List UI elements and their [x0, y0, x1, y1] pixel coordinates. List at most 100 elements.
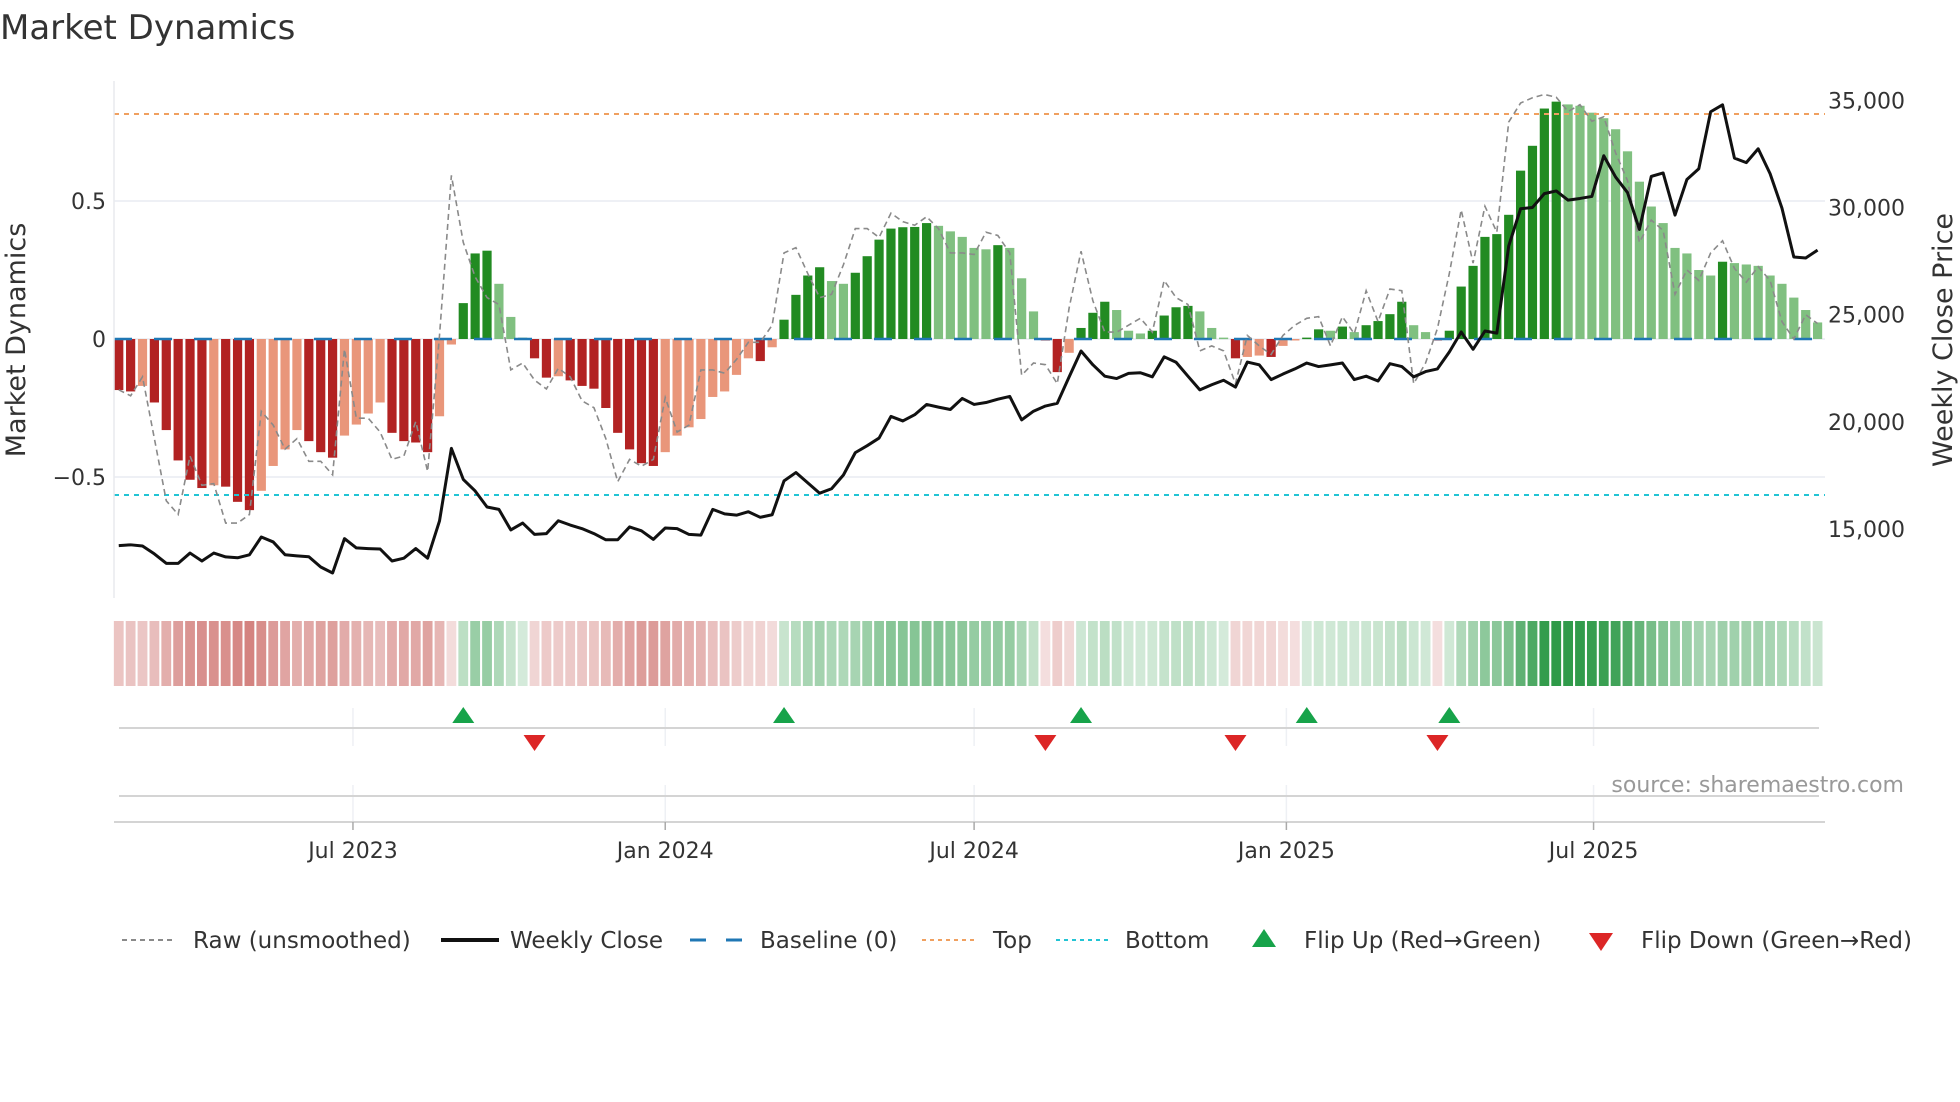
dynamics-bar — [1515, 170, 1526, 339]
heat-cell — [1729, 621, 1740, 686]
heat-cell — [1040, 621, 1051, 686]
heat-cell — [802, 621, 813, 686]
x-tick-label: Jul 2025 — [1547, 839, 1639, 864]
dynamics-bar — [886, 228, 896, 339]
dynamics-bar — [351, 339, 361, 425]
heat-cell — [945, 621, 956, 686]
y2-tick-label: 20,000 — [1828, 411, 1905, 436]
dynamics-bar — [268, 339, 278, 466]
dynamics-bar — [280, 339, 290, 450]
heat-cell — [351, 621, 362, 686]
heat-cell — [1551, 621, 1562, 686]
dynamics-bar — [1230, 339, 1241, 359]
legend-flip-up-icon — [1252, 929, 1276, 947]
y2-tick-label: 30,000 — [1828, 197, 1905, 222]
dynamics-bar — [541, 339, 552, 378]
heat-cell — [1206, 621, 1217, 686]
heat-cell — [1503, 621, 1514, 686]
legend-item-flip_up: Flip Up (Red→Green) — [1252, 928, 1541, 954]
heat-cell — [814, 621, 825, 686]
heat-cell — [1420, 621, 1431, 686]
heat-cell — [565, 621, 576, 686]
legend-label: Raw (unsmoothed) — [193, 928, 411, 954]
dynamics-bar — [696, 339, 706, 420]
flip-down-marker — [1426, 735, 1449, 751]
dynamics-bar — [399, 339, 409, 442]
y2-tick-label: 15,000 — [1828, 518, 1905, 543]
heat-cell — [327, 621, 338, 686]
dynamics-bar — [969, 247, 979, 339]
dynamics-bar — [221, 339, 231, 487]
dynamics-bar — [1765, 275, 1775, 339]
dynamics-bar — [173, 339, 183, 461]
heat-cell — [1099, 621, 1110, 686]
dynamics-bar — [1361, 325, 1371, 339]
heat-cell — [137, 621, 148, 686]
heat-cell — [1123, 621, 1134, 686]
heat-cell — [1301, 621, 1312, 686]
y2-axis-label: Weekly Close Price — [1928, 213, 1959, 467]
heat-cell — [149, 621, 160, 686]
dynamics-bar — [601, 339, 611, 408]
heat-cell — [1064, 621, 1075, 686]
dynamics-bar — [1385, 314, 1395, 339]
heat-cell — [1278, 621, 1288, 686]
heat-cell — [1456, 621, 1467, 686]
heat-cell — [1337, 621, 1348, 686]
dynamics-bar — [1551, 101, 1561, 339]
heat-cell — [1468, 621, 1478, 686]
dynamics-bar — [1468, 265, 1478, 339]
heat-cell — [838, 621, 849, 686]
heat-cell — [410, 621, 421, 686]
dynamics-bar — [874, 239, 884, 339]
dynamics-bar — [826, 281, 837, 339]
heat-cell — [1289, 621, 1300, 686]
heat-cell — [1527, 621, 1538, 686]
heat-cell — [1218, 621, 1229, 686]
dynamics-bar — [1527, 145, 1538, 339]
x-tick-label: Jul 2024 — [927, 839, 1019, 864]
heat-cell — [1076, 621, 1086, 686]
heat-cell — [161, 621, 172, 686]
dynamics-bar — [1789, 297, 1799, 339]
dynamics-bar — [803, 275, 813, 339]
dynamics-bar — [1076, 327, 1086, 339]
dynamics-bar — [1706, 275, 1716, 339]
dynamics-bar — [862, 256, 872, 339]
dynamics-bar — [1682, 253, 1692, 339]
dynamics-bar — [114, 339, 124, 391]
heat-cell — [315, 621, 326, 686]
heat-cell — [874, 621, 884, 686]
heat-cell — [1313, 621, 1324, 686]
dynamics-bar — [292, 339, 302, 431]
heat-cell — [458, 621, 469, 686]
heat-cell — [1575, 621, 1585, 686]
heat-cell — [672, 621, 683, 686]
heat-cell — [232, 621, 243, 686]
x-tick-label: Jan 2025 — [1236, 839, 1335, 864]
dynamics-bar — [149, 339, 159, 403]
heat-cell — [1717, 621, 1728, 686]
dynamics-bar — [1195, 311, 1205, 339]
dynamics-bar — [910, 226, 920, 339]
heat-cell — [1658, 621, 1669, 686]
heat-cell — [541, 621, 552, 686]
legend: Raw (unsmoothed) Weekly Close Baseline (0)… — [122, 928, 1912, 954]
heat-cell — [767, 621, 778, 686]
dynamics-bar — [898, 227, 908, 339]
dynamics-bar — [791, 294, 801, 339]
legend-label: Baseline (0) — [760, 928, 897, 954]
heat-cell — [1670, 621, 1680, 686]
dynamics-bar — [185, 339, 195, 480]
heat-cell — [1753, 621, 1764, 686]
heat-cell — [897, 621, 908, 686]
heat-cell — [921, 621, 932, 686]
heat-cell — [1194, 621, 1205, 686]
dynamics-bar — [1717, 261, 1728, 339]
dynamics-bar — [137, 339, 148, 386]
dynamics-bar — [779, 319, 789, 339]
dynamics-bar — [1373, 321, 1383, 339]
dynamics-bar — [316, 339, 326, 453]
heat-cell — [173, 621, 184, 686]
chart-title: Market Dynamics — [0, 8, 295, 48]
